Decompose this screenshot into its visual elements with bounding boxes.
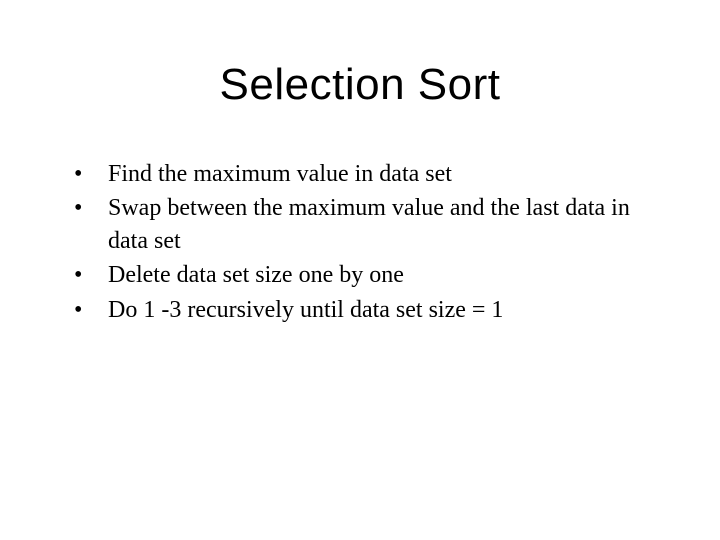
slide: Selection Sort • Find the maximum value …	[0, 0, 720, 540]
bullet-icon: •	[70, 192, 108, 224]
list-item: • Find the maximum value in data set	[70, 158, 660, 190]
bullet-text: Find the maximum value in data set	[108, 158, 660, 190]
list-item: • Do 1 -3 recursively until data set siz…	[70, 294, 660, 326]
bullet-text: Swap between the maximum value and the l…	[108, 192, 660, 257]
bullet-list: • Find the maximum value in data set • S…	[60, 158, 660, 326]
bullet-text: Do 1 -3 recursively until data set size …	[108, 294, 660, 326]
list-item: • Swap between the maximum value and the…	[70, 192, 660, 257]
bullet-icon: •	[70, 259, 108, 291]
bullet-text: Delete data set size one by one	[108, 259, 660, 291]
slide-title: Selection Sort	[60, 60, 660, 110]
bullet-icon: •	[70, 158, 108, 190]
bullet-icon: •	[70, 294, 108, 326]
list-item: • Delete data set size one by one	[70, 259, 660, 291]
